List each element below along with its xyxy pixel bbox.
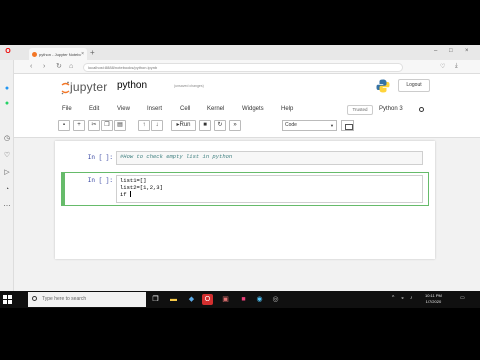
download-icon[interactable]: ⤓ [455,63,458,70]
opera-sidebar: ● ● ◷ ♡ ▷ ◔ ⋯ [0,60,14,308]
insert-cell-icon[interactable]: + [73,120,85,131]
close-window-icon[interactable]: × [465,48,469,54]
volume-icon[interactable]: ♪ [410,295,413,301]
new-tab-button[interactable]: + [90,48,95,58]
kernel-status-icon [419,107,424,112]
windows-taskbar: Type here to search ❐ ▬ ◆ O ▣ ■ ◉ ◎ ^ ◒ … [0,291,480,308]
cell-type-value: Code [285,122,297,128]
reload-icon[interactable]: ↻ [56,62,62,72]
paste-icon[interactable]: ▤ [114,120,126,131]
history-icon[interactable]: ◷ [3,135,11,143]
address-bar-row: ‹ › ↻ ⌂ localhost:8888/notebooks/python.… [0,60,480,74]
kernel-name: Python 3 [379,106,403,112]
tab-title: python - Jupyter Notebook [39,51,82,57]
restart-icon[interactable]: ↻ [214,120,226,131]
move-down-icon[interactable]: ↓ [151,120,163,131]
app-icon[interactable]: ◉ [254,294,265,305]
cut-icon[interactable]: ✂ [88,120,100,131]
code-comment: #How to check empty list in python [120,153,233,160]
interrupt-icon[interactable]: ■ [199,120,211,131]
taskbar-search[interactable]: Type here to search [28,292,146,307]
code-line: if [120,191,130,198]
opera-logo-icon[interactable]: O [4,48,12,56]
heart-icon[interactable]: ♡ [440,63,445,70]
jupyter-header: jupyter python (unsaved changes) Logout … [14,74,480,138]
network-icon[interactable]: ◒ [401,295,404,301]
keyboard-icon[interactable] [341,120,354,131]
home-icon[interactable]: ⌂ [69,62,73,72]
url-field[interactable]: localhost:8888/notebooks/python.ipynb [83,63,403,72]
back-icon[interactable]: ‹ [30,62,32,72]
cell-prompt: In [ ]: [87,177,113,184]
notifications-icon[interactable]: ▭ [460,295,465,301]
python-logo-icon [376,79,390,93]
cell-prompt: In [ ]: [87,154,113,161]
code-cell-selected[interactable]: In [ ]: list1=[] list2=[1,2,3] if [61,172,429,206]
messenger-icon[interactable]: ● [3,85,11,93]
browser-tab[interactable]: python - Jupyter Notebook × [29,48,87,60]
task-view-icon[interactable]: ❐ [150,294,161,305]
opera-taskbar-icon[interactable]: O [202,294,213,305]
run-button[interactable]: ▸Run [171,120,196,131]
code-cell[interactable]: In [ ]: #How to check empty list in pyth… [61,149,429,165]
player-icon[interactable]: ▷ [3,169,11,177]
minimize-icon[interactable]: – [434,48,437,54]
editor-icon[interactable]: ■ [238,294,249,305]
windows-start-icon[interactable] [3,295,12,304]
clock-icon[interactable]: ◔ [3,186,11,194]
chevron-down-icon: ▼ [330,123,334,128]
copy-icon[interactable]: ❐ [101,120,113,131]
whatsapp-icon[interactable]: ● [3,100,11,108]
run-label: Run [179,122,191,128]
browser-tab-strip: O python - Jupyter Notebook × + – □ × [0,45,480,60]
menu-edit[interactable]: Edit [89,106,99,112]
code-line: list1=[] [120,177,147,184]
cell-input[interactable]: list1=[] list2=[1,2,3] if [116,175,423,203]
trusted-indicator[interactable]: Trusted [347,105,373,115]
search-placeholder: Type here to search [42,296,87,302]
more-icon[interactable]: ⋯ [3,203,11,211]
notebook-name[interactable]: python [117,80,147,91]
file-explorer-icon[interactable]: ▬ [168,294,179,305]
bookmarks-icon[interactable]: ♡ [3,152,11,160]
app-icon[interactable]: ◎ [270,294,281,305]
screen: O python - Jupyter Notebook × + – □ × ‹ … [0,45,480,308]
cell-type-select[interactable]: Code ▼ [282,120,337,131]
logout-button[interactable]: Logout [398,79,430,92]
close-tab-icon[interactable]: × [81,51,84,57]
jupyter-logo-text: jupyter [70,80,108,94]
menu-file[interactable]: File [62,106,72,112]
forward-icon[interactable]: › [43,62,45,72]
text-cursor [129,191,131,197]
taskbar-clock[interactable]: 10:11 PM 1/7/2020 [425,293,442,305]
menu-view[interactable]: View [117,106,130,112]
cell-input[interactable]: #How to check empty list in python [116,151,423,165]
menu-insert[interactable]: Insert [147,106,162,112]
jupyter-favicon-icon [32,51,37,57]
jupyter-logo-icon [61,81,70,95]
menu-help[interactable]: Help [281,106,293,112]
tray-chevron-icon[interactable]: ^ [392,295,394,301]
notebook-container: In [ ]: #How to check empty list in pyth… [55,141,435,259]
app-icon[interactable]: ▣ [220,294,231,305]
save-status: (unsaved changes) [174,84,204,88]
menu-widgets[interactable]: Widgets [242,106,264,112]
store-icon[interactable]: ◆ [186,294,197,305]
restart-run-all-icon[interactable]: » [229,120,241,131]
clock-date: 1/7/2020 [425,299,442,304]
save-icon[interactable]: ▪ [58,120,70,131]
menu-cell[interactable]: Cell [180,106,190,112]
maximize-icon[interactable]: □ [449,48,453,54]
code-line: list2=[1,2,3] [120,184,163,191]
search-icon [32,296,37,301]
menu-kernel[interactable]: Kernel [207,106,224,112]
move-up-icon[interactable]: ↑ [138,120,150,131]
